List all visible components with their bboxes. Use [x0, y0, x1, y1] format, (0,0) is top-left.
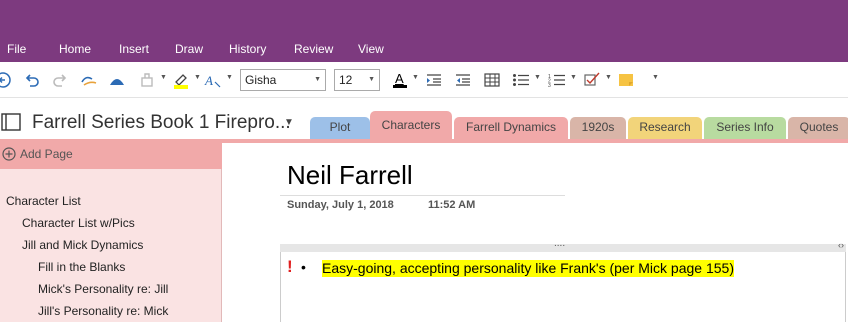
tab-farrell-dynamics[interactable]: Farrell Dynamics — [454, 117, 568, 139]
undo-icon[interactable] — [24, 70, 40, 90]
resize-icon[interactable]: ‹› — [838, 240, 844, 250]
chevron-down-icon[interactable]: ▼ — [534, 74, 541, 81]
page-list-panel: Add Page Character List Character List w… — [0, 139, 222, 322]
back-icon[interactable] — [0, 70, 12, 90]
title-bar — [0, 0, 848, 36]
tab-1920s[interactable]: 1920s — [570, 117, 626, 139]
important-tag-icon: ! — [287, 257, 293, 276]
page-item[interactable]: Fill in the Blanks — [38, 260, 125, 274]
indent-icon[interactable] — [426, 70, 442, 90]
font-name-select[interactable]: Gisha ▼ — [240, 69, 326, 91]
sticky-note-icon[interactable] — [618, 70, 634, 90]
tab-research[interactable]: Research — [628, 117, 702, 139]
tab-characters[interactable]: Characters — [370, 111, 452, 139]
page-item[interactable]: Character List w/Pics — [22, 216, 135, 230]
font-size-select[interactable]: 12 ▼ — [334, 69, 380, 91]
menu-review[interactable]: Review — [294, 42, 333, 56]
menu-home[interactable]: Home — [59, 42, 91, 56]
bullets-icon[interactable] — [512, 70, 530, 90]
page-title[interactable]: Neil Farrell — [287, 160, 413, 191]
menu-history[interactable]: History — [229, 42, 266, 56]
page-date: Sunday, July 1, 2018 — [287, 199, 394, 211]
section-color-bar — [222, 139, 848, 143]
add-page-label: Add Page — [20, 147, 73, 161]
title-divider — [280, 195, 565, 196]
add-icon — [2, 147, 16, 164]
format-painter-icon[interactable] — [138, 70, 156, 90]
more-icon[interactable]: ▼ — [652, 74, 659, 81]
drag-handle-icon[interactable]: .... — [554, 238, 565, 249]
chevron-down-icon[interactable]: ▼ — [226, 74, 233, 81]
ribbon-menu: File Home Insert Draw History Review Vie… — [0, 36, 848, 62]
tab-quotes[interactable]: Quotes — [788, 117, 848, 139]
chevron-down-icon: ▼ — [368, 76, 375, 83]
outdent-icon[interactable] — [455, 70, 471, 90]
chevron-down-icon: ▼ — [314, 76, 321, 83]
bullet-icon: • — [301, 259, 306, 275]
tab-plot[interactable]: Plot — [310, 117, 370, 139]
tab-series-info[interactable]: Series Info — [704, 117, 786, 139]
page-item[interactable]: Character List — [6, 194, 81, 208]
notebook-icon[interactable] — [0, 112, 22, 137]
quick-toolbar: ▼ ▼ A ▼ Gisha ▼ 12 ▼ A ▼ ▼ 123 ▼ ▼ ▼ — [0, 62, 848, 98]
page-item[interactable]: Jill's Personality re: Mick — [38, 304, 168, 318]
numbering-icon[interactable]: 123 — [548, 70, 566, 90]
add-page-button[interactable]: Add Page — [0, 139, 222, 169]
page-item[interactable]: Mick's Personality re: Jill — [38, 282, 168, 296]
chevron-down-icon[interactable]: ▼ — [194, 74, 201, 81]
svg-text:A: A — [204, 73, 213, 88]
font-name-value: Gisha — [245, 73, 277, 87]
note-text[interactable]: Easy-going, accepting personality like F… — [322, 260, 734, 277]
chevron-down-icon[interactable]: ▼ — [160, 74, 167, 81]
sync-icon[interactable] — [80, 70, 98, 90]
font-size-value: 12 — [339, 73, 353, 87]
page-item[interactable]: Jill and Mick Dynamics — [22, 238, 143, 252]
font-color-icon[interactable]: A — [392, 70, 408, 90]
chevron-down-icon[interactable]: ▼ — [412, 74, 419, 81]
note-container-handle[interactable]: .... ‹› — [280, 238, 846, 252]
chevron-down-icon[interactable]: ▼ — [605, 74, 612, 81]
notebook-title[interactable]: Farrell Series Book 1 Firepro... — [32, 112, 291, 134]
menu-view[interactable]: View — [358, 42, 384, 56]
svg-text:A: A — [395, 71, 404, 86]
notebook-dropdown-icon[interactable]: ▼ — [284, 117, 294, 128]
menu-insert[interactable]: Insert — [119, 42, 149, 56]
redo-icon[interactable] — [52, 70, 68, 90]
clear-format-icon[interactable]: A — [204, 70, 222, 90]
table-icon[interactable] — [484, 70, 500, 90]
menu-draw[interactable]: Draw — [175, 42, 203, 56]
menu-file[interactable]: File — [7, 42, 26, 56]
highlight-icon[interactable] — [172, 70, 190, 90]
network-icon[interactable] — [108, 70, 126, 90]
svg-text:3: 3 — [548, 83, 551, 87]
chevron-down-icon[interactable]: ▼ — [570, 74, 577, 81]
page-time: 11:52 AM — [428, 199, 476, 211]
tag-icon[interactable] — [584, 70, 602, 90]
